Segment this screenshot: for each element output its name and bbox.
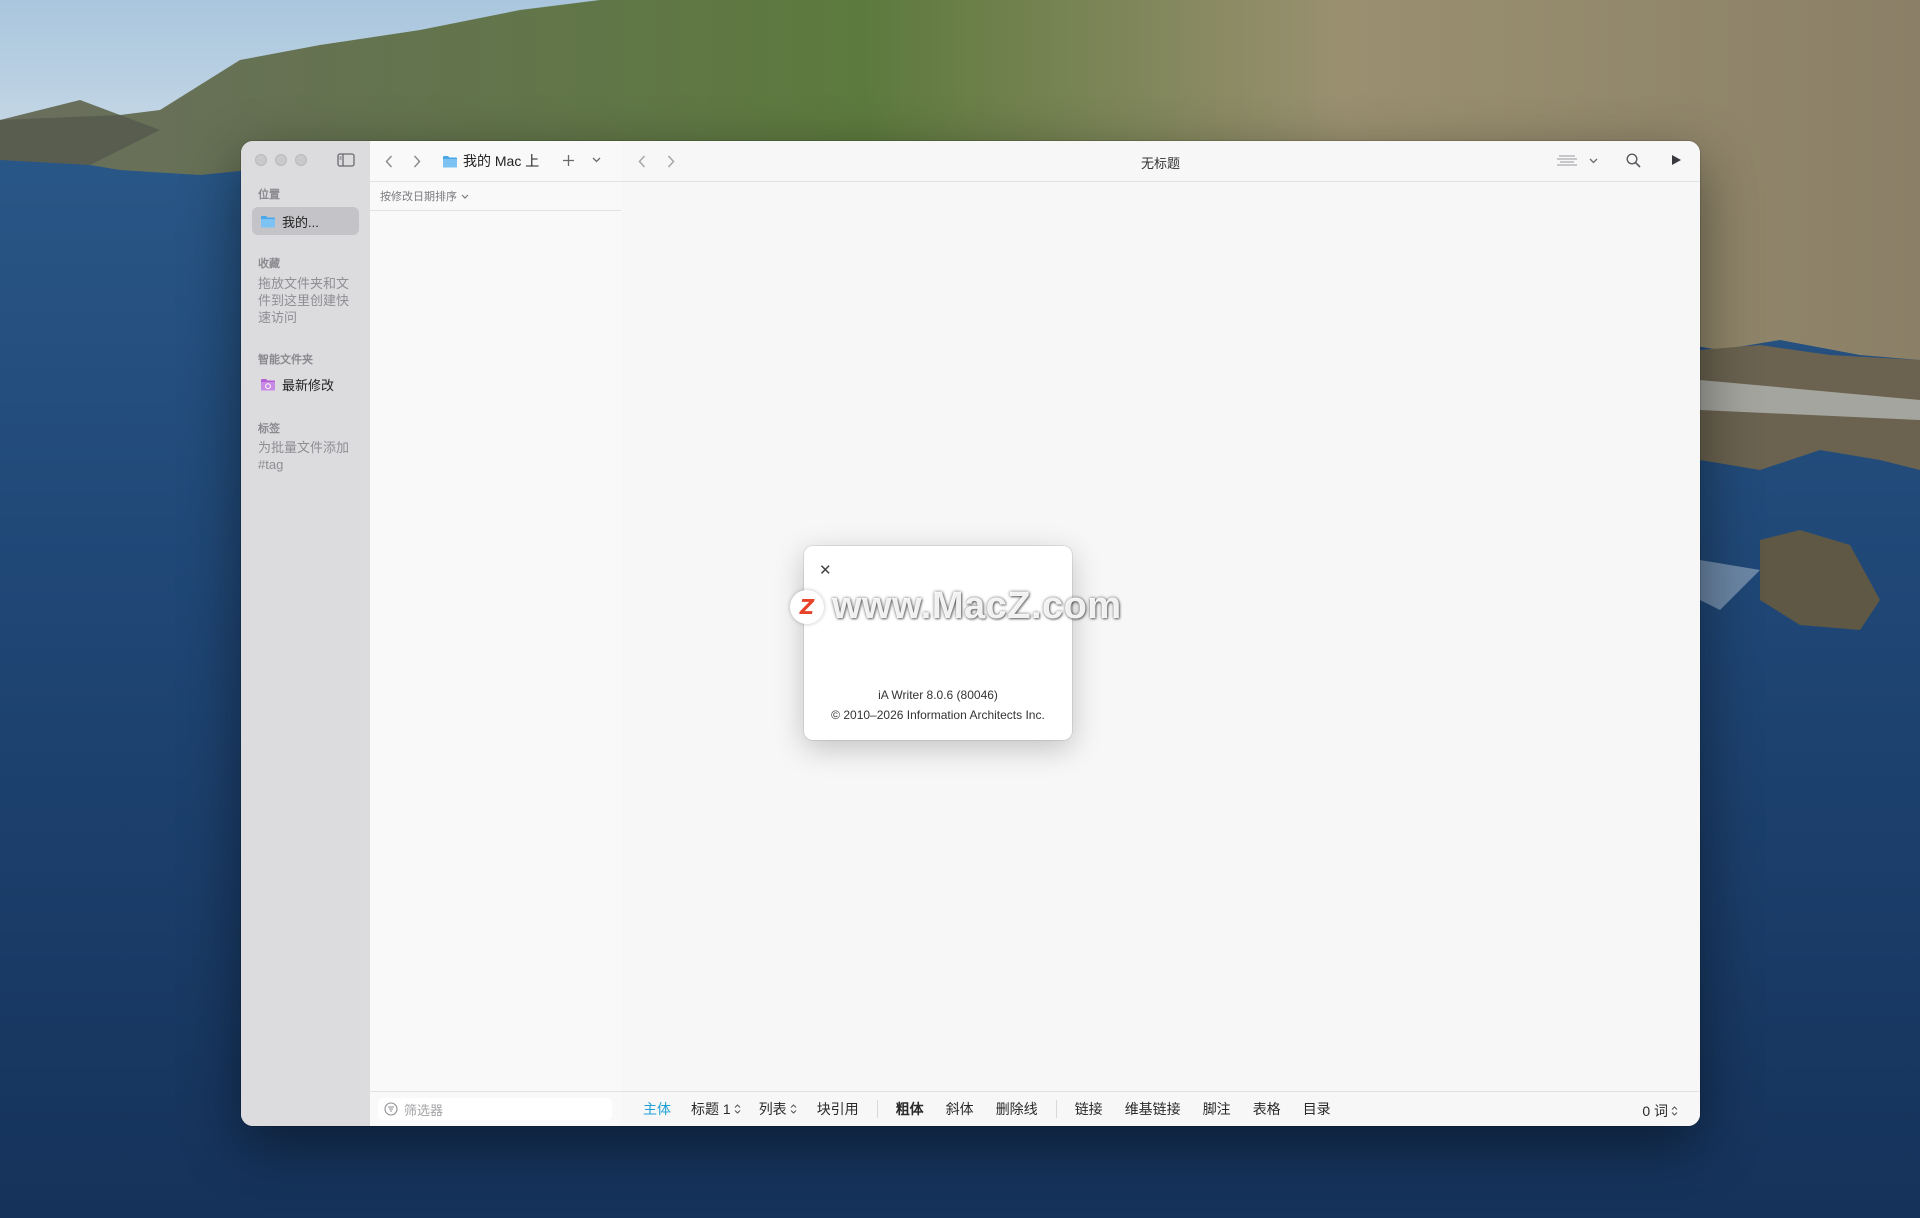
locations-header: 位置 (258, 189, 280, 201)
minimize-window-button[interactable] (275, 154, 287, 166)
format-toc-button[interactable]: 目录 (1303, 1099, 1331, 1119)
sidebar-item-label: 最新修改 (282, 377, 335, 393)
svg-text:Z: Z (799, 596, 815, 618)
format-blockquote-button[interactable]: 块引用 (817, 1099, 859, 1119)
filter-placeholder: 筛选器 (404, 1102, 444, 1118)
updown-chevron-icon (790, 1104, 797, 1114)
search-icon[interactable] (1625, 152, 1641, 168)
format-body-button[interactable]: 主体 (643, 1099, 671, 1119)
sidebar-item-recent[interactable]: 最新修改 (252, 370, 359, 398)
forward-chevron-icon[interactable] (410, 153, 424, 169)
updown-chevron-icon (734, 1104, 741, 1114)
format-table-button[interactable]: 表格 (1253, 1099, 1281, 1119)
editor-pane: 无标题 主体 标题 1 列表 块引用 粗体 斜体 删除线 链接 维基链接 脚注 … (621, 141, 1700, 1126)
editor-toolbar: 无标题 (621, 141, 1700, 182)
format-italic-button[interactable]: 斜体 (946, 1099, 974, 1119)
close-window-button[interactable] (255, 154, 267, 166)
window-controls (255, 154, 307, 166)
format-bold-button[interactable]: 粗体 (896, 1099, 924, 1119)
about-dialog: ✕ iA Writer 8.0.6 (80046) © 2010–2026 In… (804, 546, 1072, 740)
sidebar-toggle-icon[interactable] (337, 153, 355, 167)
file-list-toolbar: 我的 Mac 上 (370, 141, 621, 181)
back-chevron-icon[interactable] (382, 153, 396, 169)
location-path-label: 我的 Mac 上 (463, 153, 540, 169)
divider (876, 1100, 878, 1118)
word-count-label: 0 词 (1642, 1103, 1668, 1119)
folder-icon (442, 155, 458, 168)
document-title: 无标题 (1140, 156, 1180, 171)
new-file-plus-icon[interactable] (561, 153, 575, 167)
favorites-hint: 拖放文件夹和文件到这里创建快速访问 (258, 276, 350, 325)
smart-folder-icon (260, 378, 276, 391)
watermark: Z www.MacZ.com (790, 585, 1122, 628)
play-preview-icon[interactable] (1669, 153, 1683, 167)
divider (1055, 1100, 1057, 1118)
close-icon[interactable]: ✕ (819, 561, 832, 579)
watermark-logo-icon: Z (790, 589, 824, 624)
file-list-pane: 我的 Mac 上 按修改日期排序 筛选器 (370, 141, 622, 1126)
word-count-button[interactable]: 0 词 (1642, 1101, 1678, 1121)
chevron-down-icon (461, 194, 469, 199)
favorites-header: 收藏 (258, 258, 280, 270)
filter-icon (384, 1102, 398, 1116)
filter-bar: 筛选器 (370, 1091, 621, 1126)
updown-chevron-icon (1671, 1106, 1678, 1116)
library-sidebar: 位置 我的... 收藏 拖放文件夹和文件到这里创建快速访问 智能文件夹 最新修改… (241, 141, 371, 1126)
app-version: iA Writer 8.0.6 (80046) (878, 688, 998, 702)
tags-hint: 为批量文件添加#tag (258, 440, 350, 472)
chevron-down-icon[interactable] (591, 155, 601, 165)
format-bar: 主体 标题 1 列表 块引用 粗体 斜体 删除线 链接 维基链接 脚注 表格 目… (621, 1091, 1700, 1126)
format-list-button[interactable]: 列表 (759, 1099, 797, 1119)
format-footnote-button[interactable]: 脚注 (1203, 1099, 1231, 1119)
format-wikilink-button[interactable]: 维基链接 (1125, 1099, 1181, 1119)
format-heading-button[interactable]: 标题 1 (691, 1099, 741, 1119)
chevron-down-icon[interactable] (1588, 156, 1598, 166)
tags-header: 标签 (258, 423, 280, 435)
sort-label: 按修改日期排序 (380, 191, 457, 203)
filter-input[interactable]: 筛选器 (378, 1098, 612, 1120)
sidebar-item-my-mac[interactable]: 我的... (252, 207, 359, 235)
folder-icon (260, 215, 276, 228)
format-link-button[interactable]: 链接 (1075, 1099, 1103, 1119)
format-list-label: 列表 (758, 1101, 787, 1117)
location-path[interactable]: 我的 Mac 上 (442, 152, 539, 170)
format-heading-label: 标题 1 (691, 1101, 731, 1117)
smart-folders-header: 智能文件夹 (258, 354, 313, 366)
watermark-text: www.MacZ.com (832, 585, 1122, 627)
preview-layout-icon[interactable] (1556, 153, 1578, 169)
copyright-text: © 2010–2026 Information Architects Inc. (831, 708, 1045, 722)
zoom-window-button[interactable] (295, 154, 307, 166)
format-strikethrough-button[interactable]: 删除线 (996, 1099, 1038, 1119)
sidebar-item-label: 我的... (282, 214, 319, 230)
sort-menu[interactable]: 按修改日期排序 (370, 181, 621, 211)
